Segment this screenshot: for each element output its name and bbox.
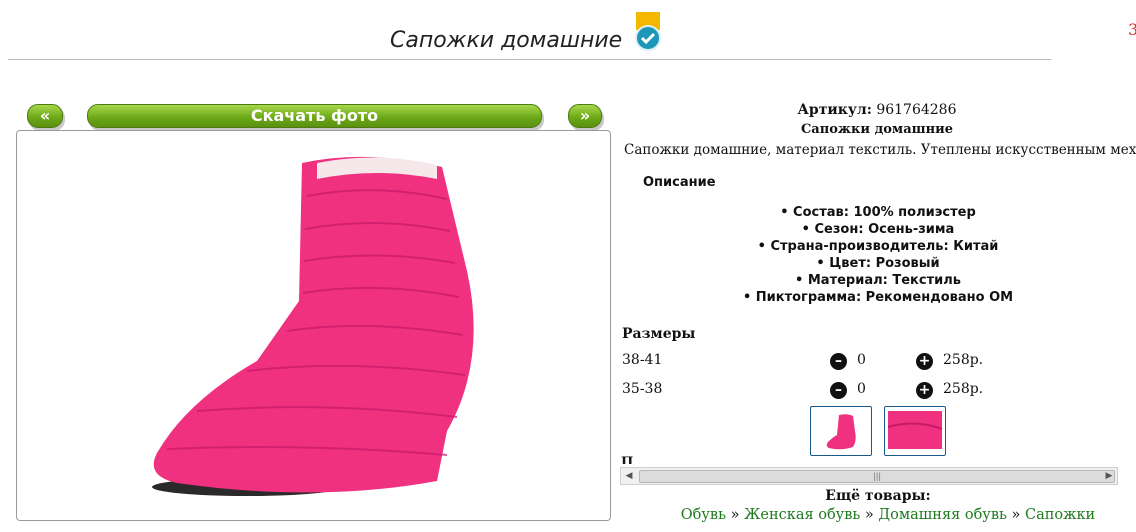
product-photo [152,156,474,496]
size-label: 38-41 [622,352,663,368]
article-value: 961764286 [876,102,957,118]
minus-circle-icon[interactable]: – [830,382,847,399]
thumbnail-fabric-image [887,411,943,449]
plus-circle-icon[interactable]: + [916,353,933,370]
title-divider [8,59,1051,60]
spec-item: Материал: Текстиль [618,272,1136,289]
quantity-value: 0 [857,381,866,397]
next-photo-button[interactable]: » [568,104,602,128]
scrollbar-thumb[interactable]: ||| [639,470,1115,483]
size-price: 258р. [943,352,984,368]
crumb-separator: » [1006,507,1025,523]
page-title: Сапожки домашние [390,28,623,53]
thumbnail-boot-image [826,414,856,450]
more-goods-heading: Ещё товары: [825,488,931,504]
sizes-heading: Размеры [622,326,696,342]
spec-list: Состав: 100% полиэстер Сезон: Осень-зима… [618,204,1136,306]
crumb-boots[interactable]: Сапожки [1025,507,1095,523]
minus-circle-icon[interactable]: – [830,353,847,370]
photo-thumbnail[interactable] [810,406,872,456]
horizontal-scrollbar[interactable]: ◀ ||| ▶ [620,467,1118,485]
description-heading: Описание [643,175,716,190]
quantity-value: 0 [857,352,866,368]
spec-item: Сезон: Осень-зима [618,221,1136,238]
size-row: 38-41 – 0 + 258р. [622,352,1136,372]
spec-item: Состав: 100% полиэстер [618,204,1136,221]
size-row: 35-38 – 0 + 258р. [622,381,1136,401]
size-price: 258р. [943,381,984,397]
scroll-right-icon[interactable]: ▶ [1101,468,1117,484]
spec-item: Страна-производитель: Китай [618,238,1136,255]
product-photo-frame [16,130,611,521]
spec-item: Пиктограмма: Рекомендовано ОМ [618,289,1136,306]
size-label: 35-38 [622,381,663,397]
verified-badge-icon [635,12,661,51]
plus-circle-icon[interactable]: + [916,382,933,399]
breadcrumb: Обувь » Женская обувь » Домашняя обувь »… [620,507,1136,523]
article-line: Артикул: 961764286 [618,102,1136,118]
crumb-home-shoes[interactable]: Домашняя обувь [878,507,1007,523]
crumb-shoes[interactable]: Обувь [681,507,726,523]
product-description: Сапожки домашние, материал текстиль. Уте… [624,142,1136,158]
download-photo-button[interactable]: Скачать фото [87,104,542,128]
product-name: Сапожки домашние [800,122,954,137]
crumb-separator: » [860,507,879,523]
edge-glyph: 3 [1128,20,1136,39]
clipped-text: П [621,456,634,464]
scroll-left-icon[interactable]: ◀ [621,468,637,484]
grip-icon: ||| [873,472,882,481]
spec-item: Цвет: Розовый [618,255,1136,272]
photo-thumbnail[interactable] [884,406,946,456]
article-label: Артикул: [797,102,872,118]
crumb-separator: » [726,507,745,523]
crumb-womens-shoes[interactable]: Женская обувь [744,507,860,523]
prev-photo-button[interactable]: « [27,104,63,128]
